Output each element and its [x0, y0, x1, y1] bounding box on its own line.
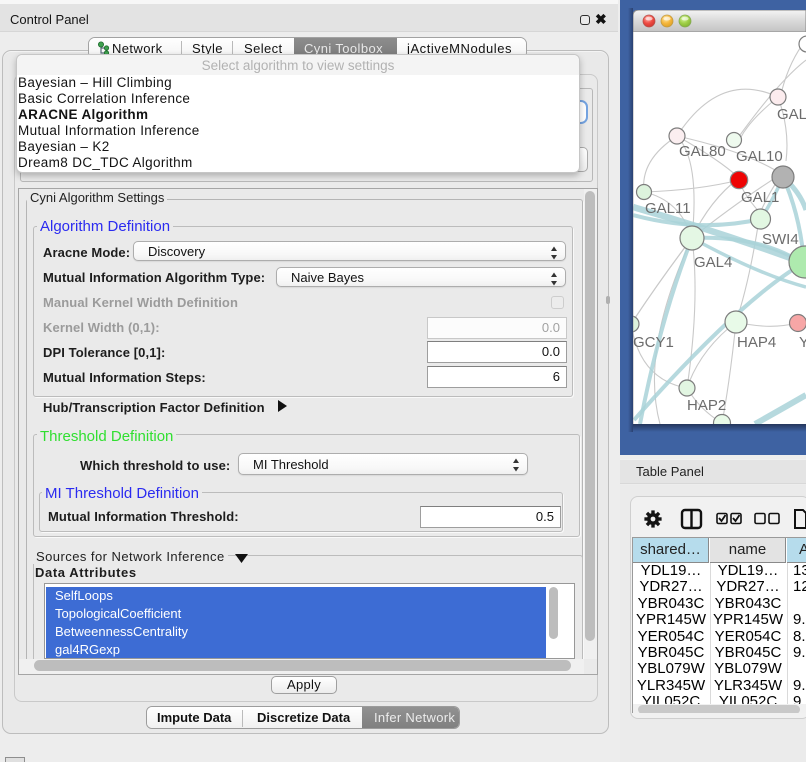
svg-text:GAL80: GAL80 [679, 143, 726, 160]
svg-text:HAP4: HAP4 [737, 334, 776, 351]
svg-text:GAL1: GAL1 [741, 189, 779, 206]
svg-text:GAL10: GAL10 [736, 148, 783, 165]
svg-text:GAL11: GAL11 [645, 200, 691, 217]
svg-text:SWI4: SWI4 [762, 231, 799, 248]
svg-text:GCY1: GCY1 [633, 334, 674, 351]
svg-text:GAL7: GAL7 [777, 106, 806, 123]
svg-text:Y: Y [799, 334, 806, 351]
svg-text:GAL4: GAL4 [694, 254, 732, 271]
svg-text:HAP2: HAP2 [687, 397, 726, 414]
